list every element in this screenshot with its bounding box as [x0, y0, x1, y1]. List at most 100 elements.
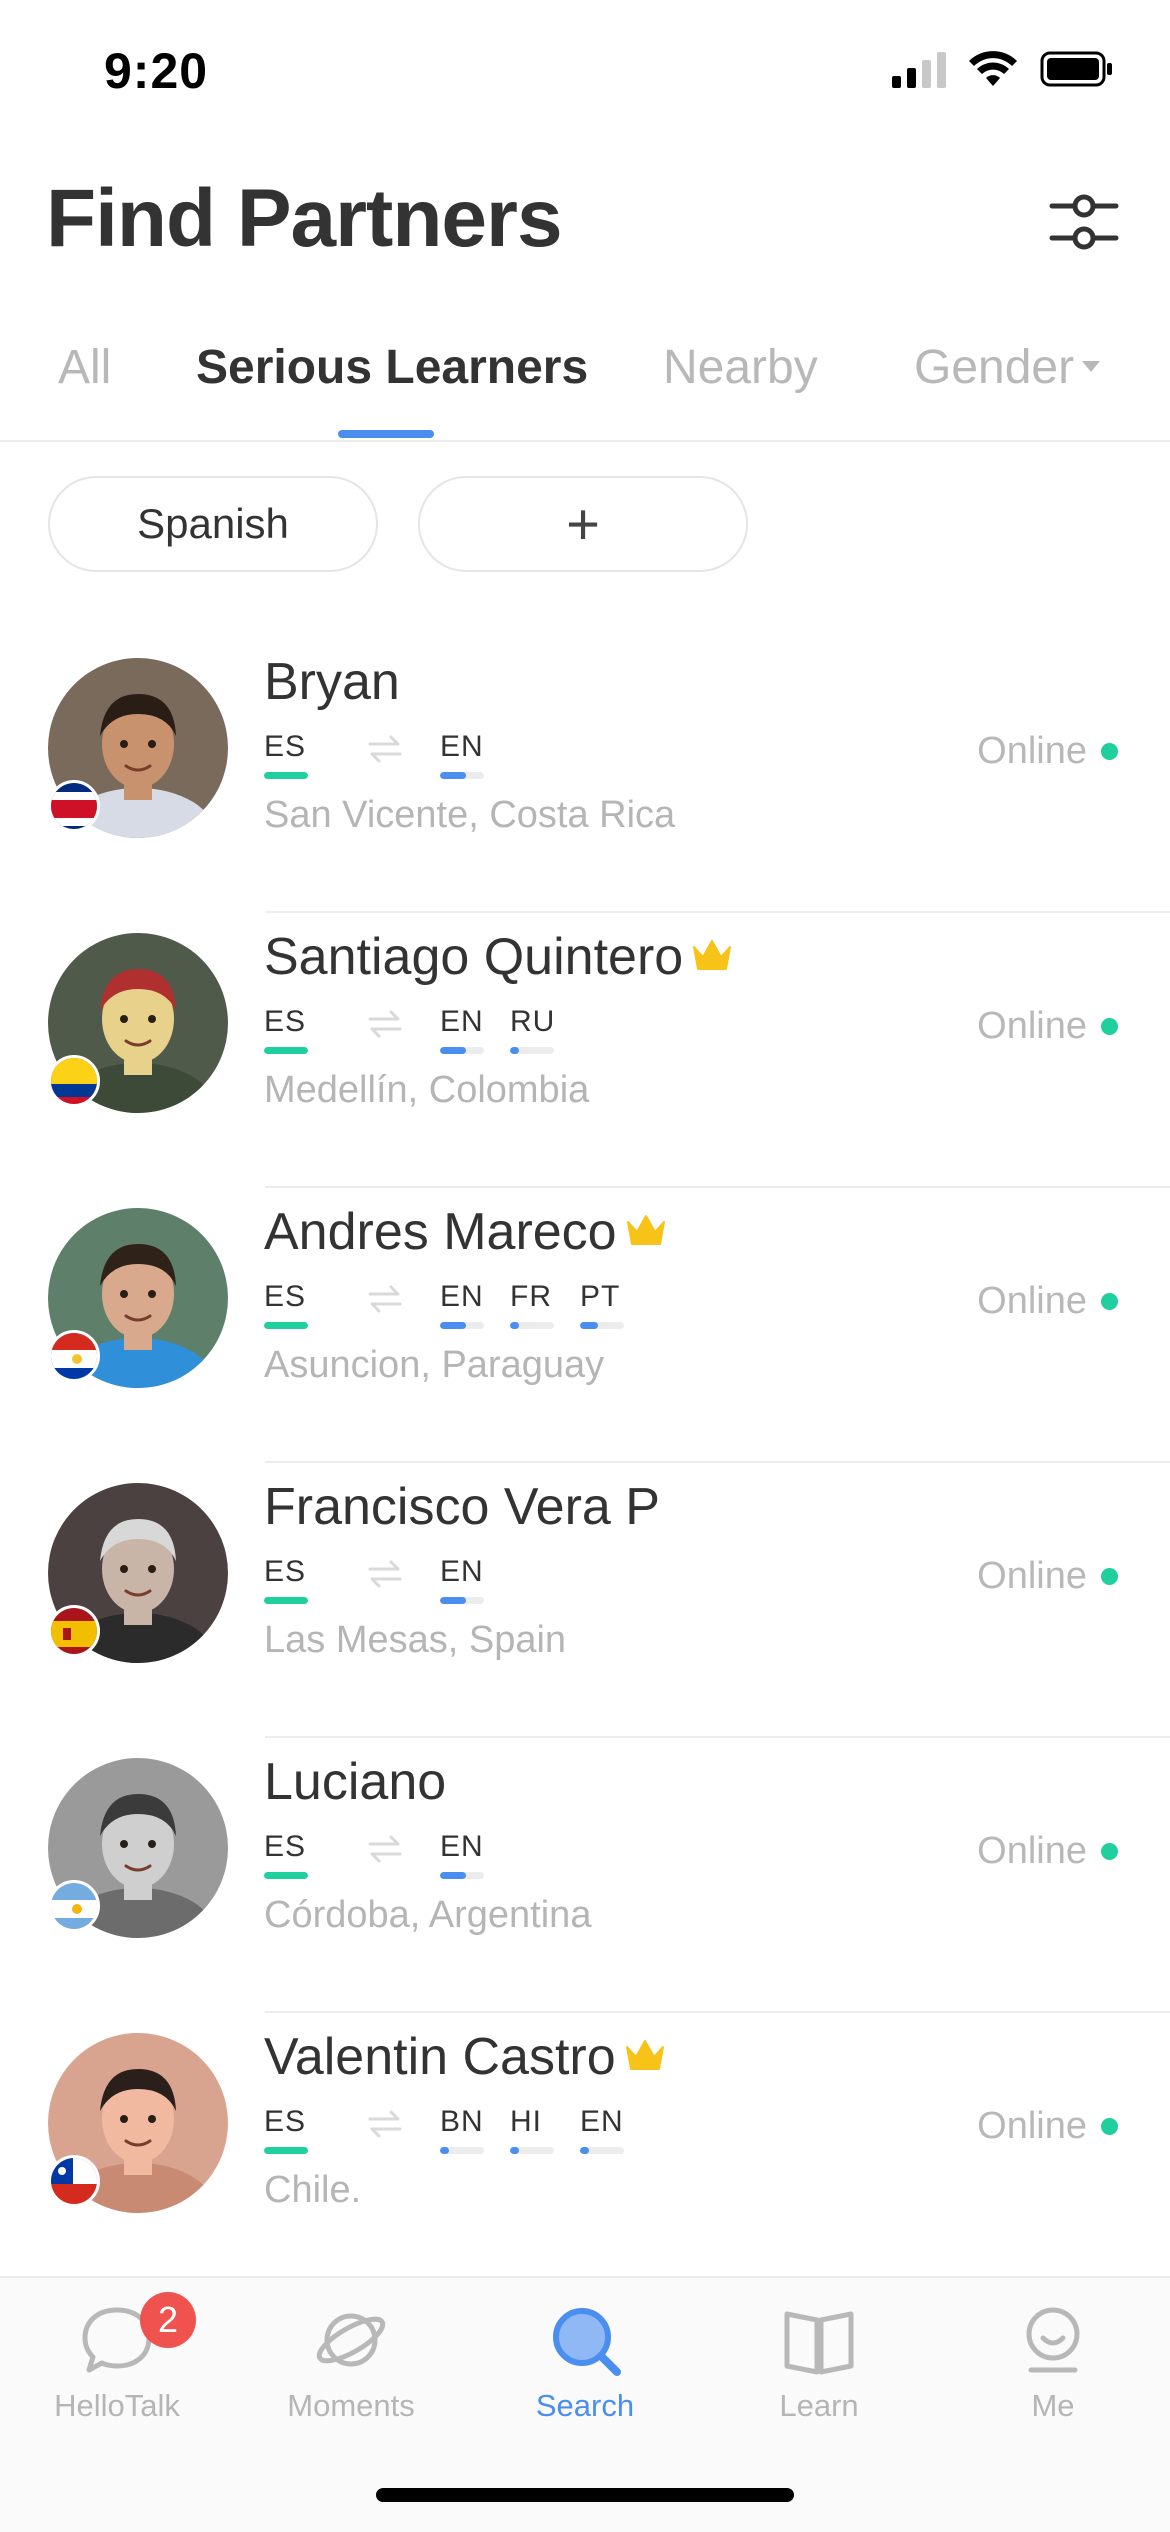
language-level-bar: [580, 2147, 624, 2154]
language-level-bar: [264, 1047, 308, 1054]
learning-language: EN: [440, 1830, 484, 1879]
exchange-arrows-icon: [368, 1009, 402, 1044]
nav-moments[interactable]: Moments: [234, 2300, 468, 2424]
planet-icon: [316, 2313, 386, 2367]
status-icons: [892, 50, 1114, 88]
nav-hellotalk[interactable]: 2 HelloTalk: [0, 2292, 234, 2424]
nav-label: Moments: [287, 2388, 415, 2423]
language-level-bar: [440, 1047, 484, 1054]
active-tab-indicator: [338, 430, 434, 438]
tab-nearby[interactable]: Nearby: [663, 340, 818, 395]
caret-down-icon: [1082, 360, 1101, 372]
partner-list: Bryan ES EN San Vicente, Costa Rica Online Sa…: [0, 638, 1170, 2288]
language-exchange: ES EN FR PT: [264, 1280, 650, 1329]
learning-language: EN: [440, 1555, 484, 1604]
filter-button[interactable]: [1048, 186, 1120, 258]
name-line: Bryan: [264, 652, 400, 712]
language-level-bar: [510, 2147, 554, 2154]
partner-row[interactable]: Francisco Vera P ES EN Las Mesas, Spain Onli…: [0, 1463, 1170, 1738]
tab-bar: All Serious Learners Nearby Gender: [0, 330, 1170, 442]
language-level-bar: [440, 1597, 484, 1604]
partner-row[interactable]: Valentin Castro ES BN HI EN Chile. Online: [0, 2013, 1170, 2288]
crown-icon: [691, 937, 733, 978]
language-exchange: ES EN: [264, 730, 510, 779]
language-code: ES: [264, 2105, 307, 2138]
language-code: ES: [264, 1280, 307, 1313]
language-code: EN: [440, 1280, 484, 1313]
name-line: Valentin Castro: [264, 2027, 666, 2087]
tab-gender-label: Gender: [914, 341, 1075, 394]
status-label: Online: [977, 1555, 1087, 1597]
language-level-bar: [510, 1047, 554, 1054]
partner-location: Chile.: [264, 2169, 362, 2211]
language-level-bar: [510, 1322, 554, 1329]
exchange-arrows-icon: [368, 1559, 402, 1594]
tab-gender[interactable]: Gender: [914, 340, 1101, 395]
status-label: Online: [977, 730, 1087, 772]
language-level-bar: [264, 1597, 308, 1604]
page-title: Find Partners: [46, 173, 563, 264]
language-code: BN: [440, 2105, 484, 2138]
online-dot: [1101, 1568, 1118, 1585]
nav-search[interactable]: Search: [468, 2300, 702, 2424]
nav-label: Learn: [779, 2388, 859, 2423]
online-status: Online: [977, 1555, 1118, 1598]
online-dot: [1101, 1293, 1118, 1310]
language-code: ES: [264, 1555, 307, 1588]
language-filter-chip[interactable]: Spanish: [48, 476, 378, 572]
status-bar: 9:20: [0, 0, 1170, 150]
language-exchange: ES BN HI EN: [264, 2105, 650, 2154]
nav-label: Search: [535, 2388, 635, 2423]
native-language: ES: [264, 1830, 308, 1879]
cellular-signal-icon: [892, 50, 946, 88]
partner-location: Asuncion, Paraguay: [264, 1344, 605, 1386]
name-line: Luciano: [264, 1752, 446, 1812]
partner-location: Córdoba, Argentina: [264, 1894, 592, 1936]
flag-icon: [48, 1055, 100, 1107]
flag-icon: [48, 1880, 100, 1932]
language-level-bar: [440, 772, 484, 779]
search-icon: [553, 2308, 621, 2376]
tab-all[interactable]: All: [58, 340, 111, 395]
status-label: Online: [977, 1280, 1087, 1322]
language-code: ES: [264, 730, 307, 763]
language-code: ES: [264, 1830, 307, 1863]
language-level-bar: [264, 2147, 308, 2154]
flag-icon: [48, 2155, 100, 2207]
partner-row[interactable]: Bryan ES EN San Vicente, Costa Rica Online: [0, 638, 1170, 913]
name-line: Andres Mareco: [264, 1202, 667, 1262]
partner-row[interactable]: Santiago Quintero ES EN RU Medellín, Colombi…: [0, 913, 1170, 1188]
learning-language: EN: [440, 1280, 484, 1329]
language-code: EN: [440, 730, 484, 763]
language-code: EN: [580, 2105, 624, 2138]
exchange-arrows-icon: [368, 2109, 402, 2144]
tab-serious-learners[interactable]: Serious Learners: [196, 340, 588, 395]
language-code: ES: [264, 1005, 307, 1038]
name-line: Santiago Quintero: [264, 927, 733, 987]
native-language: ES: [264, 1555, 308, 1604]
online-status: Online: [977, 1830, 1118, 1873]
partner-row[interactable]: Andres Mareco ES EN FR PT Asuncion, Paraguay O…: [0, 1188, 1170, 1463]
plus-icon: +: [566, 491, 600, 557]
status-time: 9:20: [104, 43, 209, 99]
nav-me[interactable]: Me: [936, 2300, 1170, 2424]
flag-icon: [48, 780, 100, 832]
partner-name: Andres Mareco: [264, 1203, 617, 1261]
language-level-bar: [440, 1872, 484, 1879]
learning-language: BN: [440, 2105, 484, 2154]
learning-language: HI: [510, 2105, 554, 2154]
nav-learn[interactable]: Learn: [702, 2300, 936, 2424]
language-level-bar: [580, 1322, 624, 1329]
partner-name: Santiago Quintero: [264, 928, 684, 986]
exchange-arrows-icon: [368, 1284, 402, 1319]
status-label: Online: [977, 1830, 1087, 1872]
profile-icon: [1026, 2307, 1080, 2373]
native-language: ES: [264, 1280, 308, 1329]
learning-language: PT: [580, 1280, 624, 1329]
partner-row[interactable]: Luciano ES EN Córdoba, Argentina Online: [0, 1738, 1170, 2013]
crown-icon: [624, 2037, 666, 2078]
learning-language: EN: [440, 1005, 484, 1054]
unread-badge: 2: [140, 2292, 196, 2348]
add-language-button[interactable]: +: [418, 476, 748, 572]
partner-name: Francisco Vera P: [264, 1478, 660, 1536]
